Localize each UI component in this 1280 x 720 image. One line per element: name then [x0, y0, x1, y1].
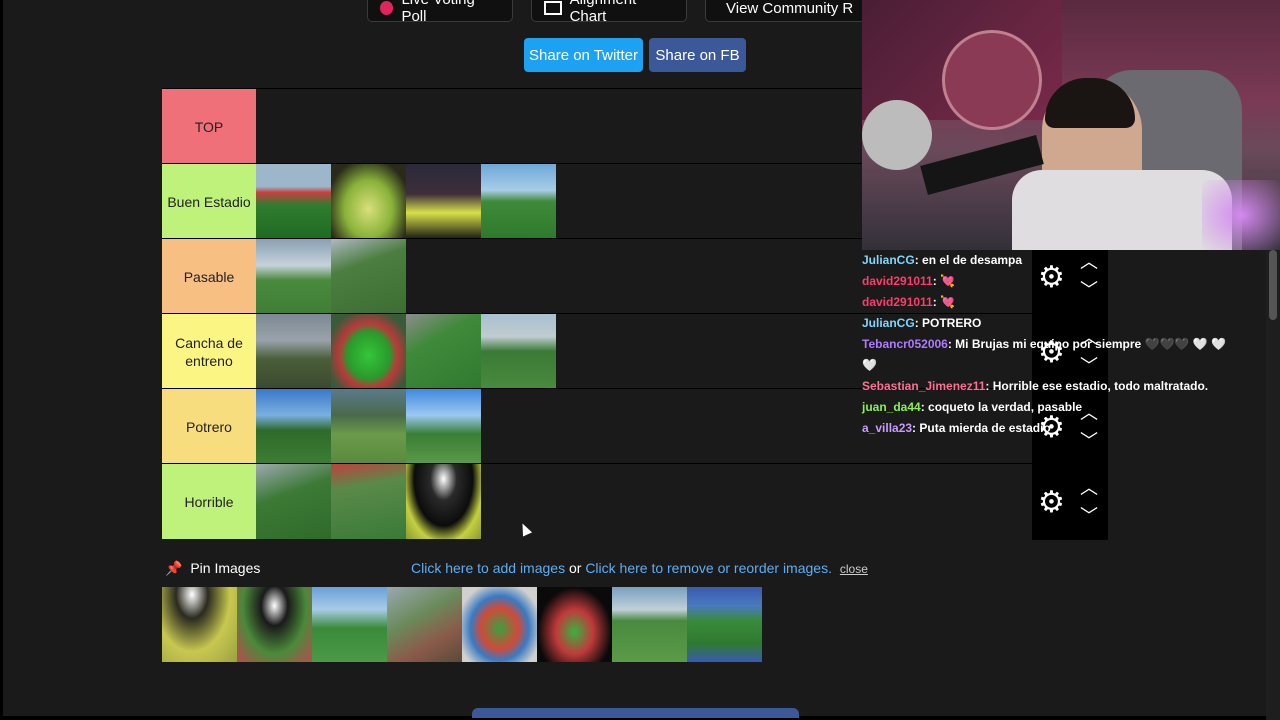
- stadium-image[interactable]: [387, 587, 462, 662]
- remove-reorder-link[interactable]: Click here to remove or reorder images.: [585, 560, 832, 576]
- chat-message: Sebastian_Jimenez11: Horrible ese estadi…: [862, 376, 1242, 397]
- chat-text: : 💘: [932, 274, 956, 288]
- tier-label[interactable]: Horrible: [162, 464, 256, 539]
- purple-led: [1202, 180, 1280, 250]
- chat-text: : Horrible ese estadio, todo maltratado.: [985, 379, 1209, 393]
- shirt: [1012, 170, 1232, 250]
- chat-user: david291011: [862, 274, 933, 288]
- stadium-image[interactable]: [406, 314, 481, 389]
- tier-label[interactable]: Cancha de entreno: [162, 314, 256, 389]
- stadium-image[interactable]: [537, 587, 612, 662]
- chat-text: : POTRERO: [914, 316, 982, 330]
- chat-text: : Puta mierda de estadio: [912, 421, 1051, 435]
- stadium-image[interactable]: [331, 464, 406, 539]
- chat-message: david291011: 💘: [862, 292, 1242, 313]
- team-crest: [942, 30, 1042, 130]
- tier-label[interactable]: Buen Estadio: [162, 164, 256, 239]
- or-text: or: [568, 560, 582, 576]
- chat-user: a_villa23: [862, 421, 913, 435]
- stadium-image[interactable]: [256, 164, 331, 239]
- stadium-image[interactable]: [331, 164, 406, 239]
- chevron-up-icon[interactable]: ︿: [1080, 479, 1098, 497]
- desk-fan: [862, 100, 932, 170]
- chat-message: JulianCG: en el de desampa: [862, 250, 1242, 271]
- stadium-image[interactable]: [406, 464, 481, 539]
- chat-user: juan_da44: [862, 400, 921, 414]
- stadium-image[interactable]: [331, 239, 406, 314]
- chat-message: david291011: 💘: [862, 271, 1242, 292]
- chat-message: Tebancr052006: Mi Brujas mi equipo por s…: [862, 334, 1242, 376]
- share-fb-button[interactable]: Share on FB: [649, 38, 746, 72]
- chat-message: JulianCG: POTRERO: [862, 313, 1242, 334]
- pin-links: Click here to add images or Click here t…: [411, 560, 868, 576]
- view-community-button[interactable]: View Community R: [705, 0, 865, 22]
- stadium-image[interactable]: [256, 389, 331, 464]
- stadium-image[interactable]: [406, 389, 481, 464]
- stadium-image[interactable]: [256, 239, 331, 314]
- tier-row-horrible: Horrible: [162, 463, 1108, 539]
- stadium-image[interactable]: [462, 587, 537, 662]
- stadium-image[interactable]: [162, 587, 237, 662]
- chat-user: Tebancr052006: [862, 337, 948, 351]
- close-link[interactable]: close: [840, 562, 868, 576]
- chat-text: : en el de desampa: [914, 253, 1023, 267]
- gear-icon[interactable]: ⚙: [1038, 485, 1065, 520]
- stadium-image[interactable]: [331, 389, 406, 464]
- stadium-image[interactable]: [687, 587, 762, 662]
- chat-overlay: JulianCG: en el de desampa david291011: …: [862, 250, 1242, 439]
- pin-images-bar: 📌 Pin Images Click here to add images or…: [165, 560, 1065, 578]
- stadium-image[interactable]: [256, 314, 331, 389]
- live-voting-poll-button[interactable]: Live Voting Poll: [367, 0, 513, 25]
- chevron-down-icon[interactable]: ﹀: [1080, 507, 1098, 525]
- chat-user: JulianCG: [862, 316, 915, 330]
- webcam-overlay: [862, 0, 1280, 250]
- stadium-image[interactable]: [331, 314, 406, 389]
- tier-label[interactable]: Pasable: [162, 239, 256, 314]
- page-scrollbar[interactable]: [1266, 250, 1280, 720]
- chat-user: Sebastian_Jimenez11: [862, 379, 986, 393]
- chat-text: : coqueto la verdad, pasable: [920, 400, 1083, 414]
- stadium-image[interactable]: [312, 587, 387, 662]
- red-dot-icon: [380, 1, 394, 15]
- stadium-image[interactable]: [256, 464, 331, 539]
- tier-label[interactable]: Potrero: [162, 389, 256, 464]
- grid-icon: [544, 1, 562, 15]
- chat-user: JulianCG: [862, 253, 915, 267]
- chat-message: a_villa23: Puta mierda de estadio: [862, 418, 1242, 439]
- stadium-image[interactable]: [481, 164, 556, 239]
- chat-user: david291011: [862, 295, 933, 309]
- alignment-chart-button[interactable]: Alignment Chart: [531, 0, 687, 25]
- pin-images-title: Pin Images: [190, 560, 261, 576]
- stadium-image[interactable]: [237, 587, 312, 662]
- chat-message: juan_da44: coqueto la verdad, pasable: [862, 397, 1242, 418]
- pushpin-icon: 📌: [165, 560, 183, 576]
- chat-text: : 💘: [932, 295, 956, 309]
- stadium-image[interactable]: [481, 314, 556, 389]
- tier-label[interactable]: TOP: [162, 89, 256, 164]
- stadium-image[interactable]: [612, 587, 687, 662]
- stadium-image[interactable]: [406, 164, 481, 239]
- scrollbar-thumb[interactable]: [1269, 250, 1277, 320]
- add-images-link[interactable]: Click here to add images: [411, 560, 565, 576]
- share-twitter-button[interactable]: Share on Twitter: [524, 38, 643, 72]
- bottom-button[interactable]: [472, 708, 799, 718]
